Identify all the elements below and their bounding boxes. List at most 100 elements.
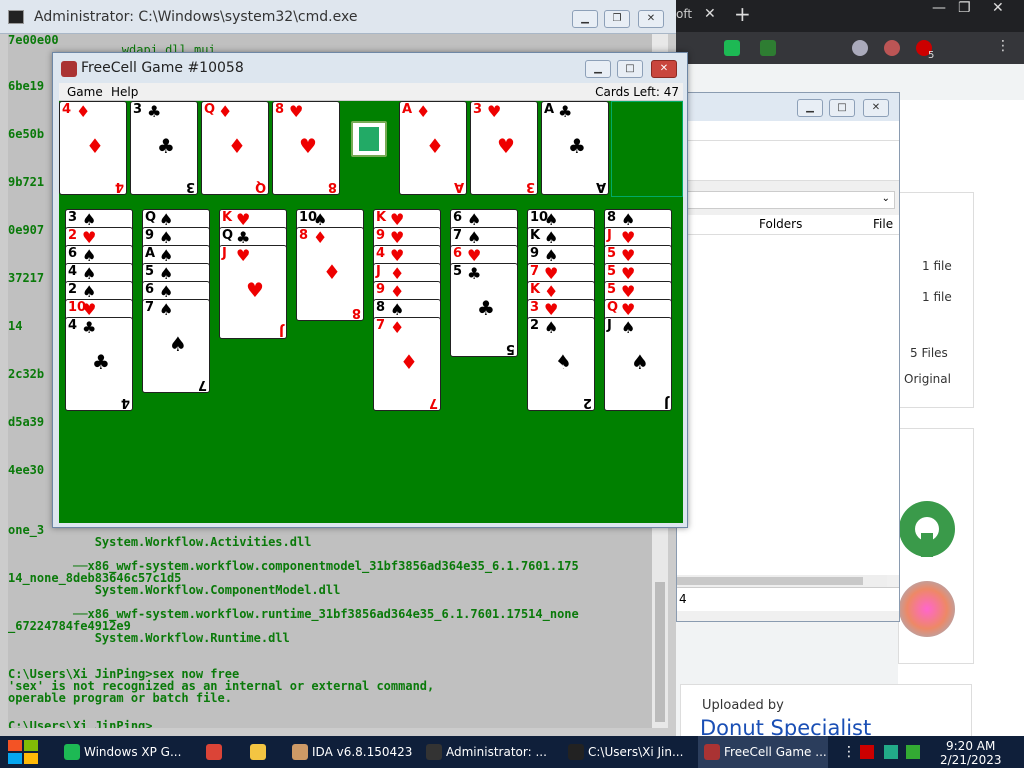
overflow-icon[interactable]: ⋮ xyxy=(842,744,856,760)
explorer-close-button[interactable]: ✕ xyxy=(863,99,889,117)
card-rank-bottom: J xyxy=(664,395,669,410)
freecell-icon xyxy=(704,744,720,760)
card-rank: 5 xyxy=(607,246,617,261)
card-rank: 8 xyxy=(299,228,309,243)
explorer-hscrollbar[interactable] xyxy=(677,575,887,587)
taskbar-item[interactable]: IDA v6.8.150423 xyxy=(286,736,416,768)
cmd-scroll-thumb[interactable] xyxy=(655,582,665,722)
file-row-4: Original xyxy=(904,372,951,386)
tableau-card[interactable]: 7 ♦ ♦ 7 xyxy=(373,317,441,411)
browser-toolbar: 5 ⋮ xyxy=(676,32,1024,64)
cmd-titlebar[interactable]: Administrator: C:\Windows\system32\cmd.e… xyxy=(0,0,676,34)
foundation-card[interactable]: 3 ♥ ♥ 3 xyxy=(470,101,538,195)
explorer-maximize-button[interactable]: □ xyxy=(829,99,855,117)
card-suit-icon: ♠ xyxy=(467,210,482,229)
free-cell-card[interactable]: 3 ♣ ♣ 3 xyxy=(130,101,198,195)
card-rank: 5 xyxy=(607,264,617,279)
card-rank-bottom: 7 xyxy=(428,395,438,410)
card-suit-icon: ♥ xyxy=(621,282,636,301)
card-suit-icon: ♦ xyxy=(390,282,405,301)
tableau-card[interactable]: 8 ♦ ♦ 8 xyxy=(296,227,364,321)
flag-icon[interactable] xyxy=(860,745,874,759)
card-rank: K xyxy=(530,282,541,297)
card-rank: 7 xyxy=(530,264,540,279)
freecell-menubar: Game Help Cards Left: 47 xyxy=(59,83,683,101)
cmd-minimize-button[interactable]: ▁ xyxy=(572,10,598,28)
explorer-address-area xyxy=(677,141,899,181)
taskbar-item[interactable]: C:\Users\Xi Jin... xyxy=(562,736,692,768)
start-button[interactable] xyxy=(8,740,40,764)
free-cell-card[interactable]: 4 ♦ ♦ 4 xyxy=(59,101,127,195)
menu-game[interactable]: Game xyxy=(67,85,103,99)
freecell-titlebar[interactable]: FreeCell Game #10058 ▁ □ ✕ xyxy=(53,53,687,83)
new-tab-button[interactable]: + xyxy=(734,2,751,26)
free-cell-card[interactable]: 8 ♥ ♥ 8 xyxy=(272,101,340,195)
card-rank-bottom: 7 xyxy=(197,377,207,392)
colorful-logo-icon xyxy=(899,581,955,637)
clock-date[interactable]: 2/21/2023 xyxy=(940,753,1002,767)
close-tab-icon[interactable]: ✕ xyxy=(704,6,716,22)
taskbar-item[interactable] xyxy=(200,736,234,768)
column-file[interactable]: File xyxy=(873,217,893,231)
card-suit-icon: ♦ xyxy=(218,102,233,121)
card-rank: Q xyxy=(145,210,157,225)
clock-time[interactable]: 9:20 AM xyxy=(946,739,995,753)
tableau-card[interactable]: 4 ♣ ♣ 4 xyxy=(65,317,133,411)
taskbar-item[interactable] xyxy=(244,736,278,768)
freecell-minimize-button[interactable]: ▁ xyxy=(585,60,611,78)
browser-maximize-button[interactable]: ❐ xyxy=(958,0,971,16)
chevron-down-icon[interactable]: ⌄ xyxy=(882,193,890,204)
foundation-card[interactable]: A ♣ ♣ A xyxy=(541,101,609,195)
card-rank: J xyxy=(376,264,381,279)
cmd-maximize-button[interactable]: ❐ xyxy=(604,10,630,28)
card-rank: 8 xyxy=(376,300,386,315)
card-suit-icon: ♦ xyxy=(76,102,91,121)
card-suit-icon: ♠ xyxy=(82,264,97,283)
menu-icon[interactable]: ⋮ xyxy=(996,38,1010,54)
card-rank: 2 xyxy=(68,282,78,297)
card-rank: 6 xyxy=(453,210,463,225)
cmd-line: System.Workflow.Activities.dll xyxy=(8,535,312,549)
column-folders[interactable]: Folders xyxy=(759,217,802,231)
freecell-close-button[interactable]: ✕ xyxy=(651,60,677,78)
explorer-statusbar: 4 xyxy=(677,587,899,611)
tab-title-partial[interactable]: oft xyxy=(676,7,692,21)
tableau-card[interactable]: 5 ♣ ♣ 5 xyxy=(450,263,518,357)
king-face-icon xyxy=(351,121,387,157)
extension-icon[interactable] xyxy=(852,40,868,56)
explorer-minimize-button[interactable]: ▁ xyxy=(797,99,823,117)
card-rank: 4 xyxy=(376,246,386,261)
browser-close-button[interactable]: ✕ xyxy=(992,0,1004,16)
foundation-empty[interactable] xyxy=(611,101,683,197)
avatar[interactable] xyxy=(884,40,900,56)
browser-minimize-button[interactable]: — xyxy=(932,0,946,16)
card-suit-icon: ♠ xyxy=(621,210,636,229)
freecell-maximize-button[interactable]: □ xyxy=(617,60,643,78)
tableau-card[interactable]: 7 ♠ ♠ 7 xyxy=(142,299,210,393)
card-rank: 2 xyxy=(530,318,540,333)
volume-icon[interactable] xyxy=(906,745,920,759)
cmd-close-button[interactable]: ✕ xyxy=(638,10,664,28)
card-center-suit-icon: ♠ xyxy=(169,332,187,356)
card-suit-icon: ♠ xyxy=(544,318,559,337)
network-icon[interactable] xyxy=(884,745,898,759)
card-rank-bottom: 2 xyxy=(582,395,592,410)
extension-chat-icon[interactable] xyxy=(724,40,740,56)
tableau-card[interactable]: J ♥ ♥ J xyxy=(219,245,287,339)
freecell-board[interactable]: 4 ♦ ♦ 4 3 ♣ ♣ 3 Q ♦ ♦ Q 8 ♥ ♥ 8 A ♦ ♦ A 3 ♥ ♥ 3 A ♣ ♣ A 3 ♠ 2 ♥ 6 ♠ 4 ♠ 2 ♠… xyxy=(59,101,683,523)
card-center-suit-icon: ♣ xyxy=(477,296,495,320)
cmd-line: operable program or batch file. xyxy=(8,691,232,705)
free-cell-card[interactable]: Q ♦ ♦ Q xyxy=(201,101,269,195)
taskbar-item[interactable]: FreeCell Game ... xyxy=(698,736,828,768)
foundation-card[interactable]: A ♦ ♦ A xyxy=(399,101,467,195)
explorer-dropdown[interactable]: ⌄ xyxy=(677,191,895,209)
taskbar-item[interactable]: Administrator: ... xyxy=(420,736,550,768)
tableau-card[interactable]: J ♠ ♠ J xyxy=(604,317,672,411)
taskbar-item-label: FreeCell Game ... xyxy=(724,745,827,759)
shield-icon[interactable] xyxy=(760,40,776,56)
card-center-suit-icon: ♣ xyxy=(568,134,586,158)
card-suit-icon: ♥ xyxy=(467,246,482,265)
menu-help[interactable]: Help xyxy=(111,85,138,99)
7zip-icon xyxy=(568,744,584,760)
taskbar-item[interactable]: Windows XP G... xyxy=(58,736,198,768)
